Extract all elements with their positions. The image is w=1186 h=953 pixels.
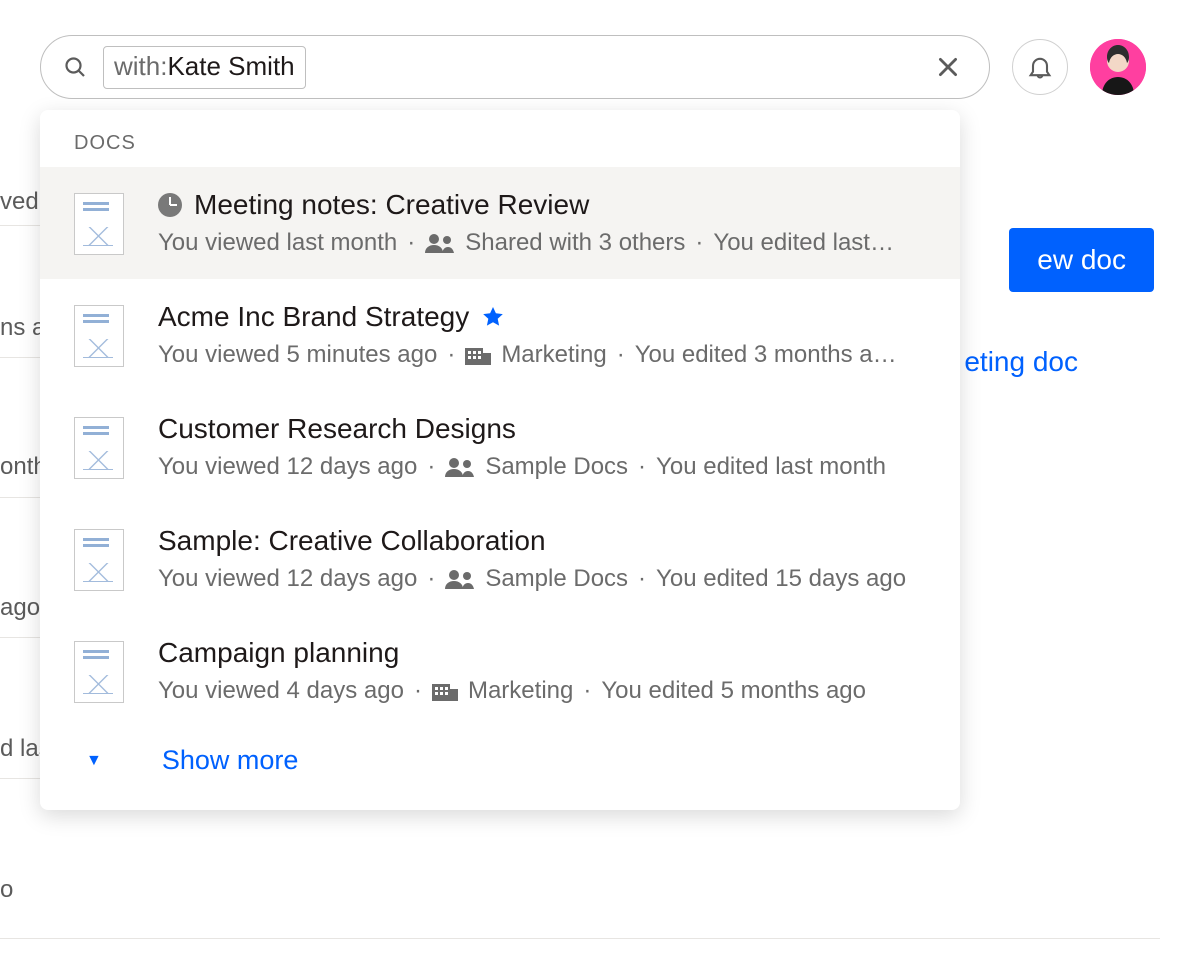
create-new-doc-label: ew doc <box>1037 244 1126 276</box>
people-icon <box>445 569 475 589</box>
create-new-doc-button[interactable]: ew doc <box>1009 228 1154 292</box>
result-title: Acme Inc Brand Strategy <box>158 301 469 333</box>
results-section-label: DOCS <box>40 132 960 167</box>
user-avatar[interactable] <box>1090 39 1146 95</box>
document-icon <box>74 529 124 591</box>
result-meta: You viewed last month · Shared with 3 othe… <box>158 229 926 257</box>
result-title-line: Campaign planning <box>158 637 926 669</box>
bg-divider <box>0 778 40 779</box>
result-viewed: You viewed 12 days ago <box>158 565 417 593</box>
result-title-line: Acme Inc Brand Strategy <box>158 301 926 333</box>
clear-search-icon[interactable] <box>935 54 961 80</box>
search-result[interactable]: Acme Inc Brand Strategy You viewed 5 minu… <box>40 279 960 391</box>
result-body: Campaign planning You viewed 4 days ago · M… <box>158 637 926 705</box>
result-title: Sample: Creative Collaboration <box>158 525 546 557</box>
result-title: Campaign planning <box>158 637 399 669</box>
result-location: Marketing <box>501 341 606 369</box>
separator-dot: · <box>427 453 435 481</box>
result-meta: You viewed 12 days ago · Sample Docs · You e… <box>158 565 926 593</box>
result-location: Marketing <box>468 677 573 705</box>
separator-dot: · <box>617 341 625 369</box>
document-icon <box>74 193 124 255</box>
result-edited: You edited 5 months ago <box>601 677 866 705</box>
search-result[interactable]: Campaign planning You viewed 4 days ago · M… <box>40 615 960 727</box>
result-edited: You edited last month <box>656 453 886 481</box>
avatar-illustration <box>1090 39 1146 95</box>
result-body: Sample: Creative Collaboration You viewed… <box>158 525 926 593</box>
result-title-line: Meeting notes: Creative Review <box>158 189 926 221</box>
bell-icon <box>1026 53 1054 81</box>
people-icon <box>425 233 455 253</box>
people-icon <box>445 457 475 477</box>
result-title: Customer Research Designs <box>158 413 516 445</box>
document-icon <box>74 417 124 479</box>
result-viewed: You viewed last month <box>158 229 397 257</box>
search-result[interactable]: Sample: Creative Collaboration You viewed… <box>40 503 960 615</box>
search-result[interactable]: Meeting notes: Creative Review You viewed… <box>40 167 960 279</box>
separator-dot: · <box>695 229 703 257</box>
result-body: Meeting notes: Creative Review You viewed… <box>158 189 926 257</box>
result-viewed: You viewed 4 days ago <box>158 677 404 705</box>
result-viewed: You viewed 12 days ago <box>158 453 417 481</box>
separator-dot: · <box>414 677 422 705</box>
separator-dot: · <box>447 341 455 369</box>
result-meta: You viewed 12 days ago · Sample Docs · You e… <box>158 453 926 481</box>
search-icon <box>63 55 87 79</box>
separator-dot: · <box>638 565 646 593</box>
document-icon <box>74 305 124 367</box>
result-viewed: You viewed 5 minutes ago <box>158 341 437 369</box>
bg-divider <box>0 637 40 638</box>
result-title-line: Customer Research Designs <box>158 413 926 445</box>
bg-divider <box>0 225 40 226</box>
bg-text-6: o <box>0 876 13 904</box>
search-filter-value: Kate Smith <box>167 51 294 82</box>
result-edited: You edited last… <box>713 229 894 257</box>
header-bar: with: Kate Smith <box>40 35 1146 99</box>
chevron-down-icon: ▼ <box>86 752 102 770</box>
search-bar[interactable]: with: Kate Smith <box>40 35 990 99</box>
meeting-doc-link[interactable]: eting doc <box>964 346 1078 378</box>
bg-text-1: ved <box>0 188 39 216</box>
result-meta: You viewed 4 days ago · Marketing · You edit… <box>158 677 926 705</box>
meeting-doc-link-label: eting doc <box>964 346 1078 377</box>
document-icon <box>74 641 124 703</box>
show-more-label: Show more <box>162 745 299 776</box>
result-edited: You edited 3 months a… <box>635 341 897 369</box>
result-location: Sample Docs <box>485 565 628 593</box>
separator-dot: · <box>638 453 646 481</box>
separator-dot: · <box>583 677 591 705</box>
bg-text-4: ago <box>0 594 40 622</box>
search-filter-operator: with: <box>114 51 167 82</box>
building-icon <box>465 345 491 365</box>
bg-divider <box>0 357 40 358</box>
building-icon <box>432 681 458 701</box>
result-location: Sample Docs <box>485 453 628 481</box>
notifications-button[interactable] <box>1012 39 1068 95</box>
search-filter-chip[interactable]: with: Kate Smith <box>103 46 306 89</box>
separator-dot: · <box>427 565 435 593</box>
result-meta: You viewed 5 minutes ago · Marketing · You e… <box>158 341 926 369</box>
result-body: Acme Inc Brand Strategy You viewed 5 minu… <box>158 301 926 369</box>
recent-icon <box>158 193 182 217</box>
result-body: Customer Research Designs You viewed 12 d… <box>158 413 926 481</box>
bg-divider <box>0 497 40 498</box>
result-location: Shared with 3 others <box>465 229 685 257</box>
result-edited: You edited 15 days ago <box>656 565 906 593</box>
show-more-row[interactable]: ▼ Show more <box>40 727 960 810</box>
result-title: Meeting notes: Creative Review <box>194 189 589 221</box>
result-title-line: Sample: Creative Collaboration <box>158 525 926 557</box>
separator-dot: · <box>407 229 415 257</box>
search-result[interactable]: Customer Research Designs You viewed 12 d… <box>40 391 960 503</box>
bg-divider <box>0 938 1160 939</box>
search-results-dropdown: DOCS Meeting notes: Creative Review You v… <box>40 110 960 810</box>
star-icon <box>481 305 505 329</box>
